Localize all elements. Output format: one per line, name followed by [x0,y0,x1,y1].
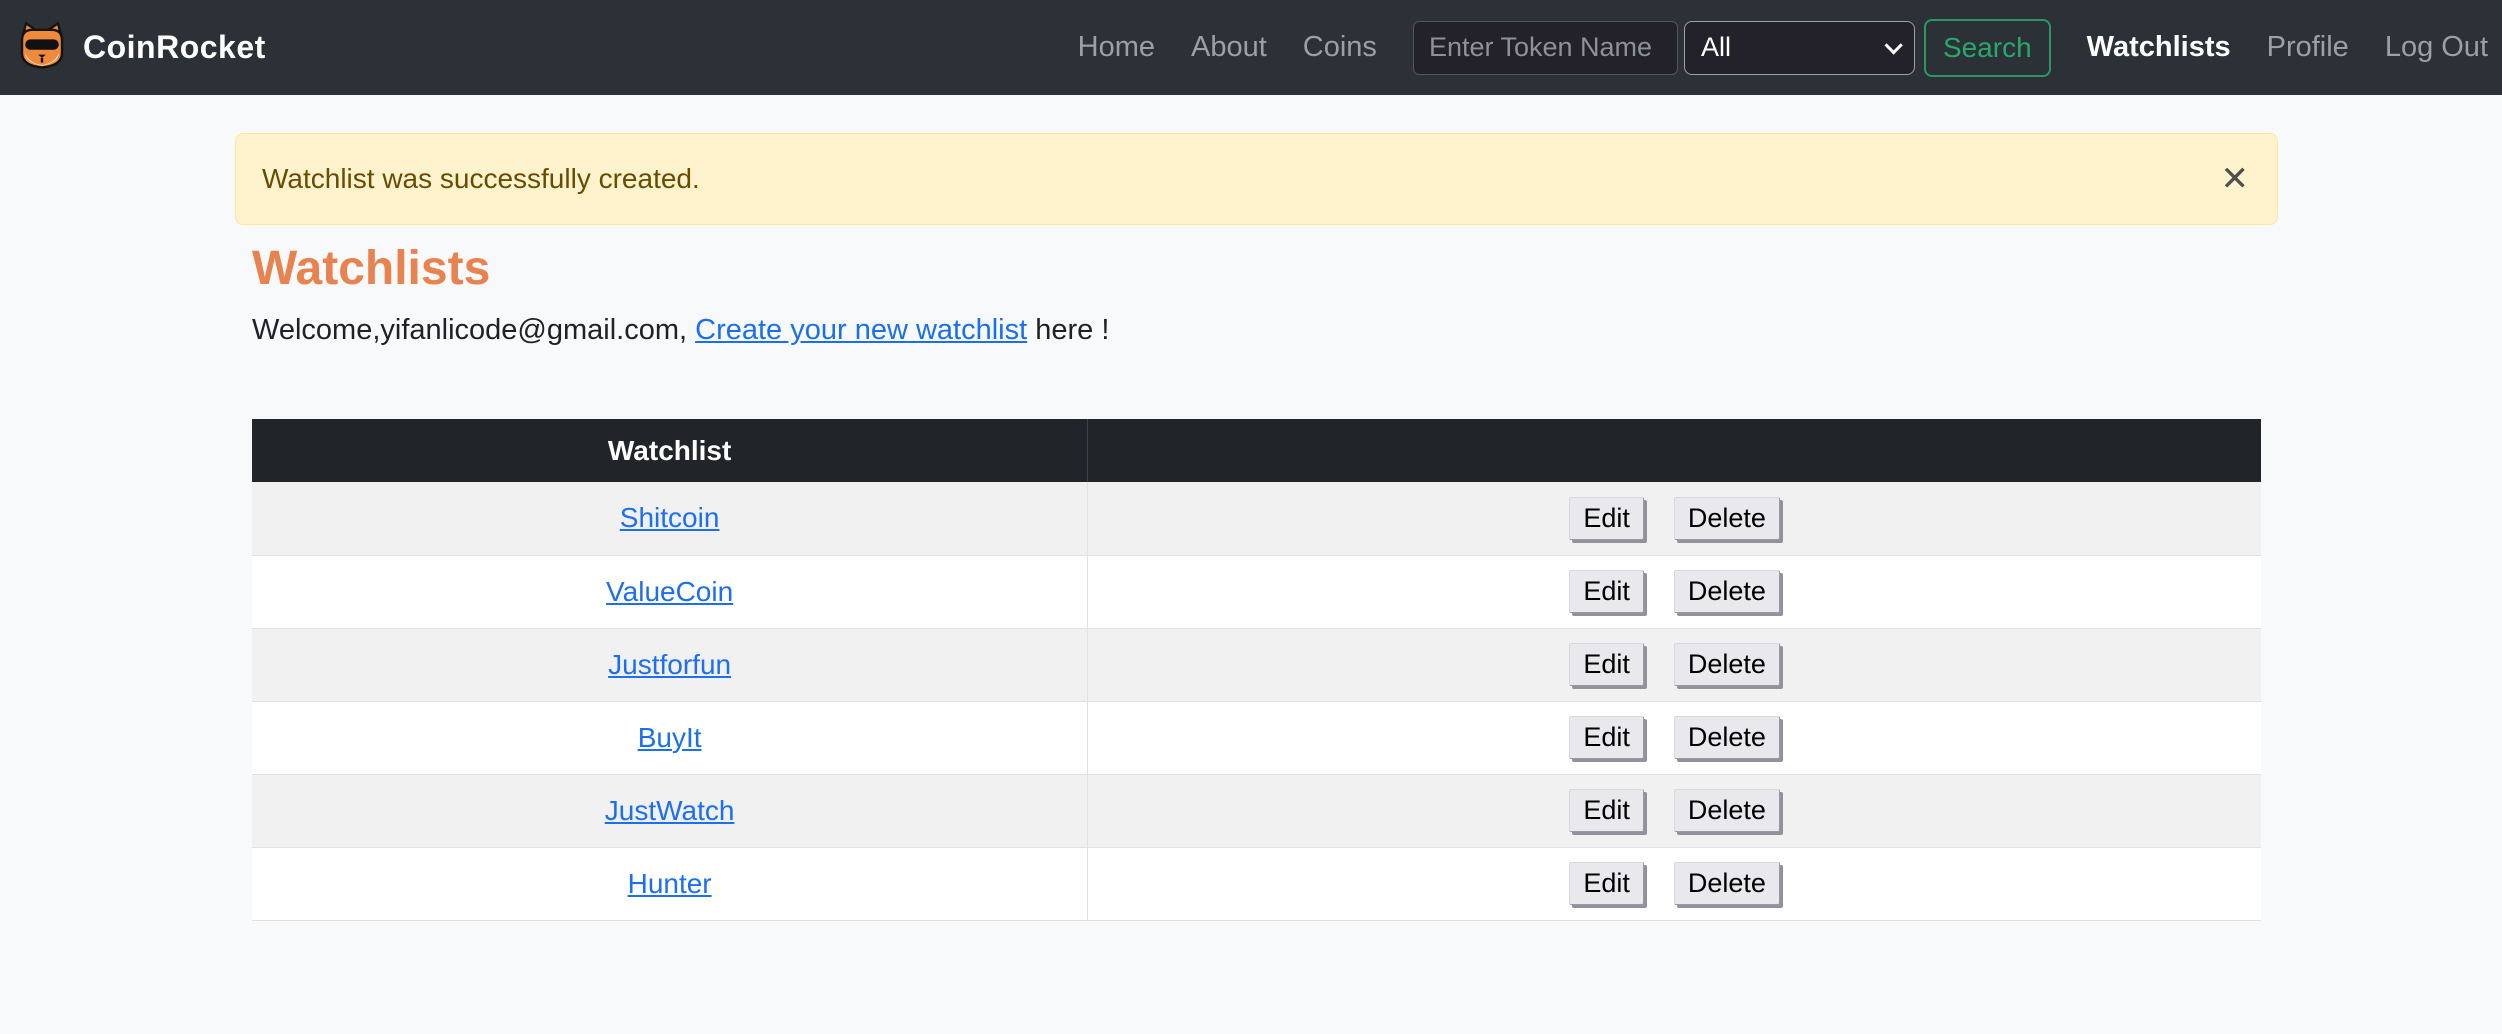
table-row: Hunter Edit Delete [252,847,2261,921]
welcome-suffix: here ! [1027,314,1110,346]
edit-button[interactable]: Edit [1569,862,1644,905]
table-row: JustWatch Edit Delete [252,774,2261,848]
delete-button[interactable]: Delete [1673,716,1780,759]
welcome-text: Welcome,yifanlicode@gmail.com, [252,314,696,346]
success-alert: Watchlist was successfully created. ✕ [235,133,2278,225]
nav-logout[interactable]: Log Out [2385,31,2488,64]
delete-button[interactable]: Delete [1673,570,1780,613]
nav-about[interactable]: About [1191,31,1267,64]
nav-menu: Home About Coins All Search Watchlists P… [1078,18,2488,77]
close-icon[interactable]: ✕ [2221,162,2250,196]
watchlists-table: Watchlist Shitcoin Edit Delete ValueCoin… [252,419,2261,921]
welcome-line: Welcome,yifanlicode@gmail.com, Create yo… [252,314,2261,347]
table-header-row: Watchlist [252,419,2261,482]
table-row: Justforfun Edit Delete [252,628,2261,702]
table-row: Shitcoin Edit Delete [252,482,2261,556]
edit-button[interactable]: Edit [1569,496,1644,540]
watchlist-link[interactable]: JustWatch [605,795,735,826]
alert-message: Watchlist was successfully created. [262,163,700,194]
watchlist-link[interactable]: Shitcoin [620,502,720,533]
nav-watchlists[interactable]: Watchlists [2087,31,2231,64]
delete-button[interactable]: Delete [1673,643,1780,686]
watchlist-link[interactable]: BuyIt [638,722,702,753]
table-row: BuyIt Edit Delete [252,701,2261,775]
token-search-input[interactable] [1412,20,1678,75]
coinrocket-logo-icon [16,21,68,74]
token-filter-value: All [1700,32,1731,62]
navbar: CoinRocket Home About Coins All Search W… [0,0,2502,95]
watchlist-link[interactable]: Hunter [628,868,712,899]
token-filter-select[interactable]: All [1683,20,1915,75]
main-content: Watchlist was successfully created. ✕ Wa… [235,133,2278,921]
edit-button[interactable]: Edit [1569,789,1644,832]
create-watchlist-link[interactable]: Create your new watchlist [695,314,1027,346]
table-row: ValueCoin Edit Delete [252,555,2261,629]
nav-coins[interactable]: Coins [1303,31,1377,64]
delete-button[interactable]: Delete [1673,789,1780,832]
edit-button[interactable]: Edit [1569,643,1644,686]
page-title: Watchlists [252,242,491,295]
nav-home[interactable]: Home [1078,31,1155,64]
column-header-watchlist: Watchlist [252,419,1089,482]
watchlists-section: Watchlists Welcome,yifanlicode@gmail.com… [235,241,2278,921]
delete-button[interactable]: Delete [1673,496,1780,540]
watchlist-link[interactable]: Justforfun [608,649,731,680]
nav-profile[interactable]: Profile [2267,31,2349,64]
edit-button[interactable]: Edit [1569,716,1644,759]
column-header-actions [1087,419,2261,482]
watchlist-link[interactable]: ValueCoin [606,576,733,607]
chevron-down-icon [1884,36,1903,55]
token-search-group: All Search [1412,18,2051,77]
brand[interactable]: CoinRocket [16,21,266,74]
search-button[interactable]: Search [1923,18,2051,77]
brand-name: CoinRocket [83,29,266,65]
edit-button[interactable]: Edit [1569,570,1644,613]
delete-button[interactable]: Delete [1673,862,1780,905]
